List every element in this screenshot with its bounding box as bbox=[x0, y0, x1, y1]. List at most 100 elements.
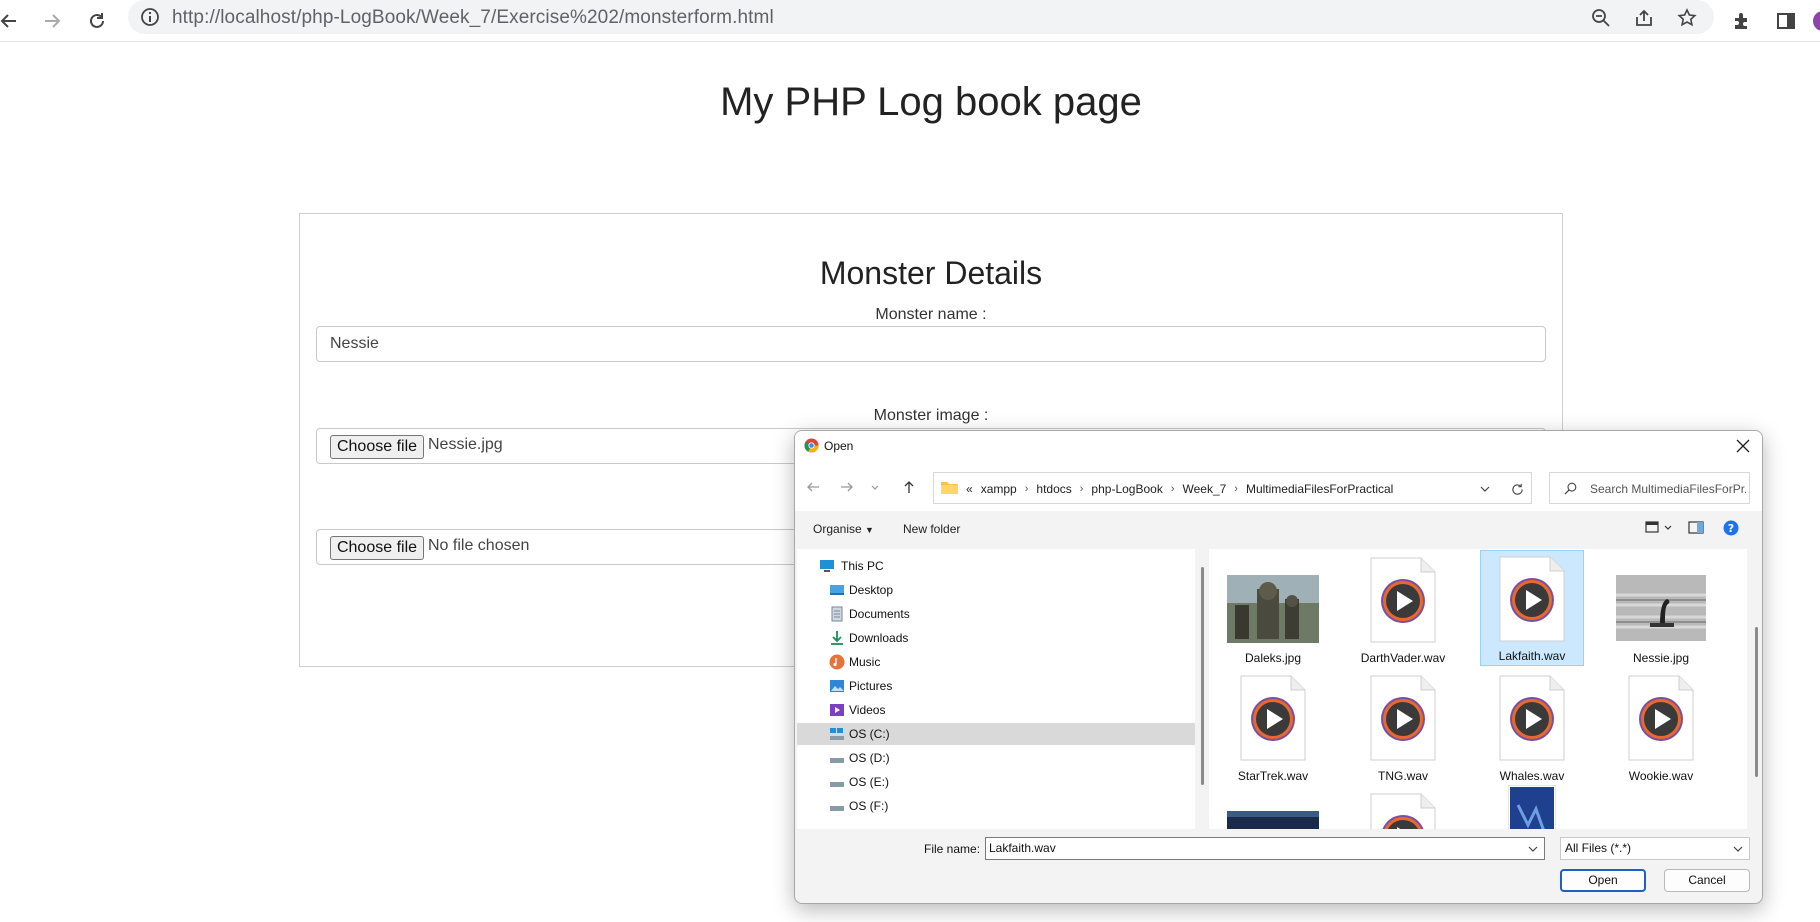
chrome-icon bbox=[804, 438, 819, 453]
monster-name-input[interactable]: Nessie bbox=[316, 326, 1546, 362]
file-tile-darthvader[interactable]: DarthVader.wav bbox=[1351, 553, 1455, 669]
breadcrumb-php-logbook[interactable]: php-LogBook bbox=[1087, 482, 1166, 496]
new-folder-button[interactable]: New folder bbox=[903, 522, 960, 536]
tree-item-downloads[interactable]: Downloads bbox=[797, 627, 1195, 649]
breadcrumb-week7[interactable]: Week_7 bbox=[1178, 482, 1230, 496]
tree-item-desktop[interactable]: Desktop bbox=[797, 579, 1195, 601]
drive-icon bbox=[829, 726, 845, 742]
file-name: Whales.wav bbox=[1499, 769, 1565, 783]
file-tile-nessie[interactable]: Nessie.jpg bbox=[1609, 553, 1713, 669]
profile-avatar[interactable] bbox=[1806, 4, 1820, 38]
cancel-button[interactable]: Cancel bbox=[1664, 869, 1750, 892]
share-icon[interactable] bbox=[1631, 5, 1657, 31]
tree-item-label: Desktop bbox=[849, 583, 894, 597]
chevron-down-icon[interactable] bbox=[1733, 844, 1743, 854]
tree-item-music[interactable]: Music bbox=[797, 651, 1195, 673]
documents-icon bbox=[829, 606, 845, 622]
dialog-titlebar: Open bbox=[795, 431, 1762, 461]
file-name: Lakfaith.wav bbox=[1498, 649, 1566, 663]
tree-item-label: OS (F:) bbox=[849, 799, 889, 813]
file-tile-startrek[interactable]: StarTrek.wav bbox=[1221, 671, 1325, 787]
monster-image-label: Monster image : bbox=[873, 407, 989, 424]
chevron-right-icon[interactable]: › bbox=[1230, 483, 1242, 495]
navigation-pane: This PC Desktop Documents Downloads Musi… bbox=[797, 549, 1195, 829]
zoom-out-icon[interactable] bbox=[1588, 5, 1614, 31]
view-options-icon[interactable] bbox=[1645, 520, 1673, 536]
close-icon[interactable] bbox=[1730, 434, 1756, 458]
monster-name-label: Monster name : bbox=[875, 306, 987, 323]
forward-icon[interactable] bbox=[35, 4, 69, 38]
drive-icon bbox=[829, 774, 845, 790]
choose-image-button[interactable]: Choose file bbox=[330, 435, 424, 459]
tree-item-label: This PC bbox=[841, 559, 884, 573]
file-name: TNG.wav bbox=[1377, 769, 1428, 783]
image-file-name: Nessie.jpg bbox=[428, 436, 503, 453]
breadcrumb-multimedia[interactable]: MultimediaFilesForPractical bbox=[1242, 482, 1397, 496]
chevron-right-icon[interactable]: › bbox=[1076, 483, 1088, 495]
tree-item-documents[interactable]: Documents bbox=[797, 603, 1195, 625]
reload-icon[interactable] bbox=[80, 4, 114, 38]
back-icon[interactable] bbox=[0, 4, 26, 38]
dialog-search-input[interactable]: Search MultimediaFilesForPr... bbox=[1549, 472, 1750, 504]
file-tile-partial[interactable] bbox=[1351, 789, 1455, 829]
tree-item-os-c[interactable]: OS (C:) bbox=[797, 723, 1195, 745]
navigation-pane-scrollbar[interactable] bbox=[1201, 567, 1204, 785]
recent-locations-chevron-icon[interactable] bbox=[867, 479, 883, 495]
audio-file-icon bbox=[1370, 557, 1436, 643]
chevron-down-icon[interactable] bbox=[1528, 844, 1538, 854]
file-tile-tng[interactable]: TNG.wav bbox=[1351, 671, 1455, 787]
dialog-command-bar: Organise ▼ New folder ? bbox=[795, 511, 1762, 549]
file-type-select[interactable]: All Files (*.*) bbox=[1560, 837, 1750, 860]
audio-file-icon bbox=[1499, 556, 1565, 642]
search-icon bbox=[1564, 482, 1577, 495]
file-type-value: All Files (*.*) bbox=[1565, 841, 1632, 855]
breadcrumb-overflow[interactable]: « bbox=[962, 482, 977, 496]
file-tile-daleks[interactable]: Daleks.jpg bbox=[1221, 553, 1325, 669]
drive-icon bbox=[829, 798, 845, 814]
file-tile-lakfaith[interactable]: Lakfaith.wav bbox=[1480, 550, 1584, 666]
tree-item-os-f[interactable]: OS (F:) bbox=[797, 795, 1195, 817]
address-bar[interactable]: http://localhost/php-LogBook/Week_7/Exer… bbox=[128, 0, 1714, 34]
chevron-right-icon[interactable]: › bbox=[1021, 483, 1033, 495]
tree-item-os-e[interactable]: OS (E:) bbox=[797, 771, 1195, 793]
refresh-icon[interactable] bbox=[1508, 480, 1526, 498]
up-folder-icon[interactable] bbox=[901, 479, 917, 495]
file-tile-partial[interactable] bbox=[1480, 785, 1584, 829]
organise-button[interactable]: Organise ▼ bbox=[813, 522, 874, 536]
extensions-icon[interactable] bbox=[1725, 4, 1759, 38]
tree-item-pictures[interactable]: Pictures bbox=[797, 675, 1195, 697]
side-panel-icon[interactable] bbox=[1769, 4, 1803, 38]
url-text[interactable]: http://localhost/php-LogBook/Week_7/Exer… bbox=[172, 7, 774, 29]
file-tile-whales[interactable]: Whales.wav bbox=[1480, 671, 1584, 787]
browser-toolbar: http://localhost/php-LogBook/Week_7/Exer… bbox=[0, 0, 1820, 42]
preview-pane-icon[interactable] bbox=[1688, 520, 1704, 536]
breadcrumb-xampp[interactable]: xampp bbox=[977, 482, 1021, 496]
tree-item-videos[interactable]: Videos bbox=[797, 699, 1195, 721]
back-icon[interactable] bbox=[805, 479, 821, 495]
file-name-input[interactable]: Lakfaith.wav bbox=[985, 837, 1545, 860]
form-title: Monster Details bbox=[819, 255, 1043, 291]
tree-item-label: OS (E:) bbox=[849, 775, 890, 789]
chevron-right-icon[interactable]: › bbox=[1167, 483, 1179, 495]
help-icon[interactable]: ? bbox=[1723, 520, 1739, 536]
breadcrumb-htdocs[interactable]: htdocs bbox=[1032, 482, 1075, 496]
site-info-icon[interactable] bbox=[140, 7, 160, 27]
file-name: StarTrek.wav bbox=[1237, 769, 1309, 783]
bookmark-star-icon[interactable] bbox=[1674, 5, 1700, 31]
open-button[interactable]: Open bbox=[1560, 869, 1646, 892]
breadcrumb: « xampp › htdocs › php-LogBook › Week_7 … bbox=[962, 482, 1397, 496]
forward-icon[interactable] bbox=[839, 479, 855, 495]
audio-file-icon bbox=[1499, 675, 1565, 761]
audio-file-icon bbox=[1370, 675, 1436, 761]
image-thumbnail-icon bbox=[1227, 811, 1319, 829]
file-tile-partial[interactable] bbox=[1221, 789, 1325, 829]
file-name: DarthVader.wav bbox=[1360, 651, 1446, 665]
choose-sound-button[interactable]: Choose file bbox=[330, 536, 424, 560]
dialog-address-bar[interactable]: « xampp › htdocs › php-LogBook › Week_7 … bbox=[933, 472, 1532, 504]
tree-item-label: Documents bbox=[849, 607, 910, 621]
tree-item-os-d[interactable]: OS (D:) bbox=[797, 747, 1195, 769]
tree-item-this-pc[interactable]: This PC bbox=[797, 555, 1195, 577]
file-tile-wookie[interactable]: Wookie.wav bbox=[1609, 671, 1713, 787]
file-list-scrollbar[interactable] bbox=[1755, 627, 1758, 777]
address-dropdown-icon[interactable] bbox=[1476, 480, 1494, 498]
